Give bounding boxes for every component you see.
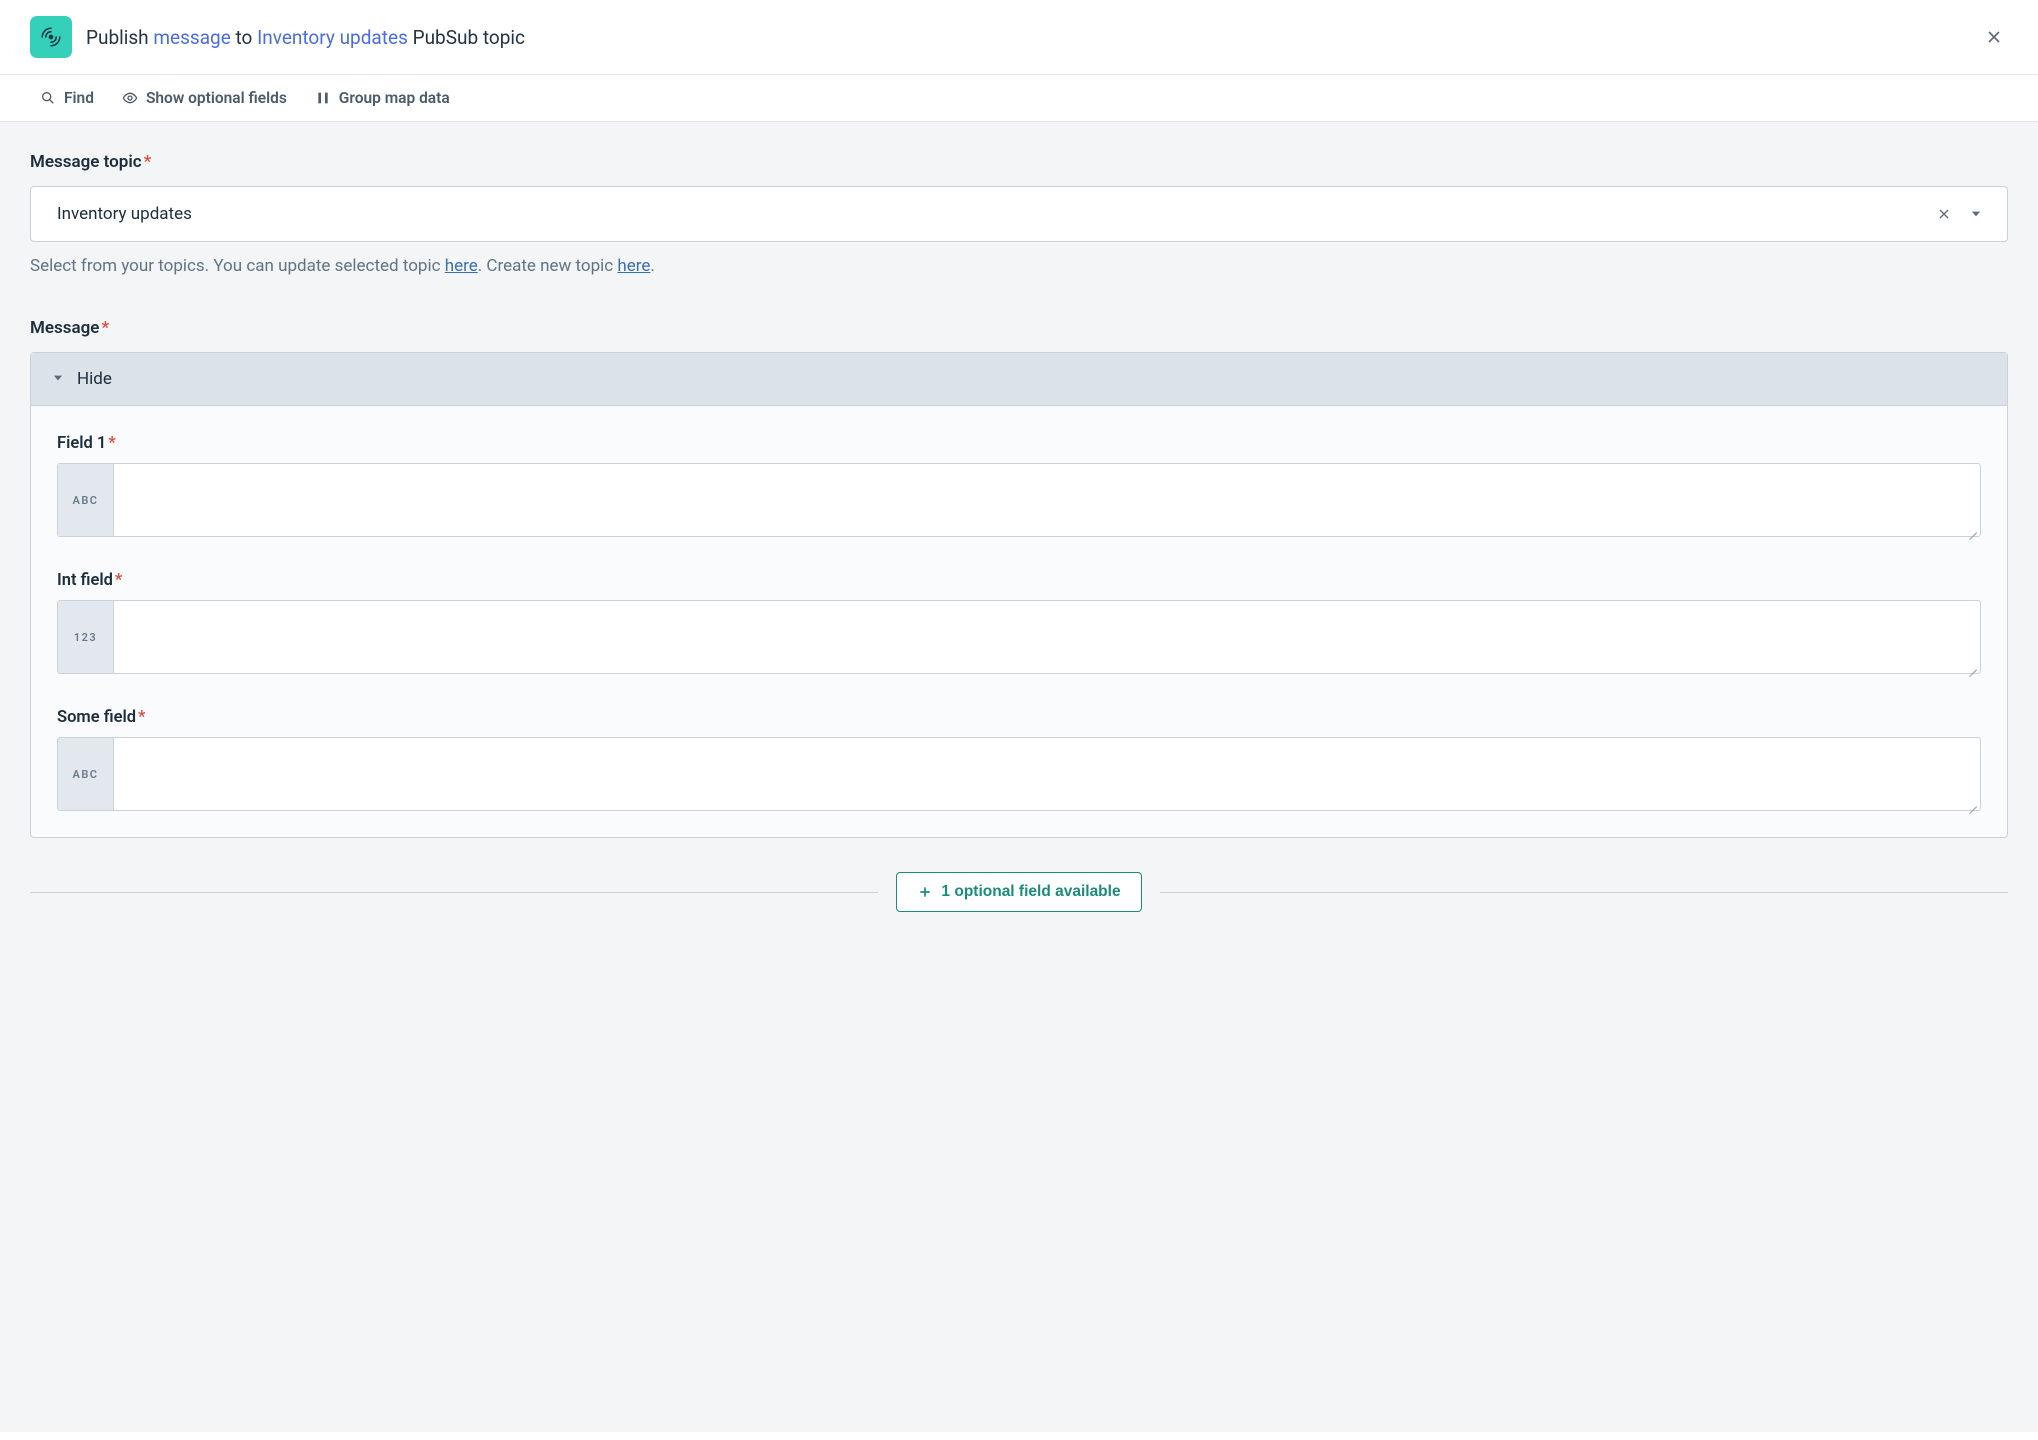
field-label: Int field* bbox=[57, 571, 1981, 590]
create-topic-link[interactable]: here bbox=[617, 256, 650, 276]
title-link-message[interactable]: message bbox=[153, 26, 230, 49]
topic-help-text: Select from your topics. You can update … bbox=[30, 256, 2008, 276]
toolbar: Find Show optional fields Group map data bbox=[0, 75, 2038, 122]
field-label: Field 1* bbox=[57, 434, 1981, 453]
optional-field-row: 1 optional field available bbox=[30, 872, 2008, 912]
type-hint-abc: ABC bbox=[58, 738, 114, 810]
dialog-header: Publish message to Inventory updates Pub… bbox=[0, 0, 2038, 75]
hide-label: Hide bbox=[77, 369, 112, 389]
title-link-topic[interactable]: Inventory updates bbox=[257, 26, 408, 49]
pubsub-icon bbox=[30, 16, 72, 58]
topic-label: Message topic* bbox=[30, 152, 2008, 172]
find-label: Find bbox=[64, 89, 94, 107]
divider bbox=[30, 892, 878, 893]
chevron-down-icon[interactable] bbox=[1965, 203, 1987, 225]
field-1-input[interactable] bbox=[114, 464, 1980, 536]
update-topic-link[interactable]: here bbox=[445, 256, 478, 276]
type-hint-123: 123 bbox=[58, 601, 114, 673]
message-label: Message* bbox=[30, 318, 2008, 338]
form-content: Message topic* Inventory updates Select … bbox=[0, 122, 2038, 1432]
field-input-wrap: ABC bbox=[57, 737, 1981, 811]
some-field-input[interactable] bbox=[114, 738, 1980, 810]
chevron-down-icon bbox=[51, 370, 65, 389]
message-panel-body: Field 1* ABC Int field* 123 bbox=[31, 406, 2007, 837]
message-panel-toggle[interactable]: Hide bbox=[31, 353, 2007, 406]
topic-select[interactable]: Inventory updates bbox=[30, 186, 2008, 242]
field-input-wrap: ABC bbox=[57, 463, 1981, 537]
int-field-input[interactable] bbox=[114, 601, 1980, 673]
find-button[interactable]: Find bbox=[40, 89, 94, 107]
type-hint-abc: ABC bbox=[58, 464, 114, 536]
message-panel: Hide Field 1* ABC Int field* bbox=[30, 352, 2008, 838]
message-field: Int field* 123 bbox=[57, 571, 1981, 674]
dialog-title: Publish message to Inventory updates Pub… bbox=[86, 26, 1966, 49]
show-optional-label: Show optional fields bbox=[146, 89, 287, 107]
field-input-wrap: 123 bbox=[57, 600, 1981, 674]
divider bbox=[1160, 892, 2008, 893]
optional-button-label: 1 optional field available bbox=[941, 883, 1120, 901]
message-field: Some field* ABC bbox=[57, 708, 1981, 811]
show-optional-button[interactable]: Show optional fields bbox=[122, 89, 287, 107]
topic-selected-value: Inventory updates bbox=[57, 204, 1923, 224]
group-map-button[interactable]: Group map data bbox=[315, 89, 450, 107]
message-field: Field 1* ABC bbox=[57, 434, 1981, 537]
clear-icon[interactable] bbox=[1933, 203, 1955, 225]
add-optional-field-button[interactable]: 1 optional field available bbox=[896, 872, 1141, 912]
field-label: Some field* bbox=[57, 708, 1981, 727]
close-button[interactable] bbox=[1980, 23, 2008, 51]
group-map-label: Group map data bbox=[339, 89, 450, 107]
